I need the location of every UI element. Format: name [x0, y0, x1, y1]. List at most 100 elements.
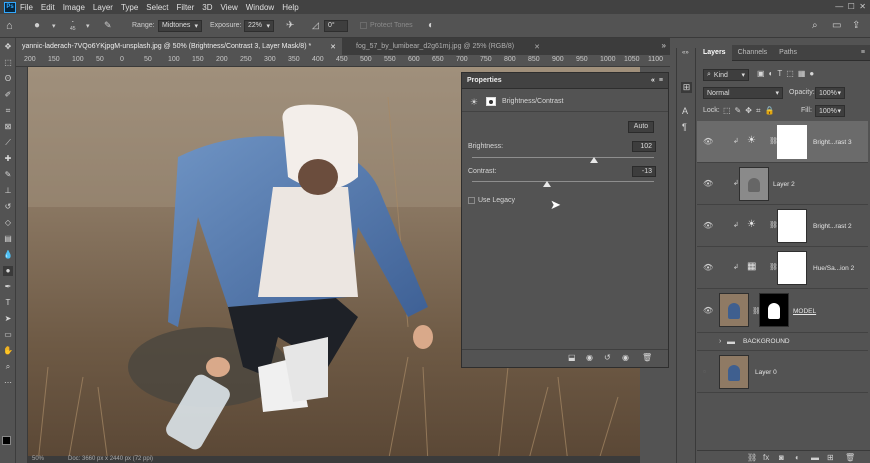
- angle-icon[interactable]: ◿: [312, 19, 319, 32]
- layer-filter-icons[interactable]: ▣◐T⬚▦●: [757, 69, 818, 78]
- mask-icon[interactable]: [486, 97, 496, 106]
- layer-mask-thumbnail[interactable]: [777, 125, 807, 159]
- home-icon[interactable]: ⌂: [6, 19, 13, 32]
- tool-preset-chevron-icon[interactable]: ▾: [52, 19, 56, 32]
- more-tools-icon[interactable]: ⋯: [3, 378, 13, 388]
- workspace-icon[interactable]: ▭: [832, 19, 841, 32]
- zoom-tool-icon[interactable]: ⌕: [3, 362, 13, 372]
- kind-filter-select[interactable]: ⌕ Kind ▾: [703, 69, 749, 81]
- visibility-eye-icon[interactable]: 👁: [703, 138, 713, 146]
- paragraph-strip-icon[interactable]: ¶: [682, 122, 687, 132]
- view-previous-icon[interactable]: ◉: [586, 353, 593, 362]
- visibility-eye-icon[interactable]: 👁: [703, 307, 713, 315]
- pressure-icon[interactable]: ◐: [428, 19, 434, 32]
- menu-select[interactable]: Select: [146, 3, 168, 12]
- new-adjustment-icon[interactable]: ◐: [795, 453, 800, 462]
- clip-to-layer-icon[interactable]: ⬓: [568, 353, 576, 362]
- brush-tool-icon[interactable]: ✎: [3, 170, 13, 180]
- fill-field[interactable]: 100% ▾: [815, 105, 845, 117]
- window-controls[interactable]: — ☐ ✕: [835, 2, 866, 11]
- layer-name[interactable]: Bright...rast 2: [813, 223, 852, 230]
- stamp-tool-icon[interactable]: ⊥: [3, 186, 13, 196]
- search-icon[interactable]: ⌕: [812, 19, 818, 32]
- link-layers-icon[interactable]: ⛓: [747, 453, 757, 462]
- strip-collapse-icon[interactable]: «»: [682, 50, 689, 56]
- visibility-off-icon[interactable]: ▫: [703, 368, 713, 376]
- menu-layer[interactable]: Layer: [93, 3, 113, 12]
- eyedropper-tool-icon[interactable]: ⟋: [3, 138, 13, 148]
- layer-thumbnail[interactable]: [739, 167, 769, 201]
- blur-tool-icon[interactable]: 💧: [3, 250, 13, 260]
- menu-3d[interactable]: 3D: [202, 3, 212, 12]
- layer-mask-thumbnail[interactable]: [777, 209, 807, 243]
- menu-window[interactable]: Window: [246, 3, 274, 12]
- visibility-eye-icon[interactable]: 👁: [703, 222, 713, 230]
- brightness-slider-track[interactable]: [472, 157, 654, 158]
- move-tool-icon[interactable]: ✥: [3, 42, 13, 52]
- tab-document-2[interactable]: fog_57_by_lumibear_d2g61mj.jpg @ 25% (RG…: [350, 38, 546, 55]
- protect-tones-checkbox[interactable]: Protect Tones: [360, 19, 413, 32]
- layer-name[interactable]: MODEL: [793, 308, 816, 315]
- tab-channels[interactable]: Channels: [732, 49, 774, 56]
- pen-tool-icon[interactable]: ✒: [3, 282, 13, 292]
- layer-thumbnail[interactable]: [719, 293, 749, 327]
- layer-row-hue-saturation-2[interactable]: 👁 ↲ ▦ ⛓ Hue/Sa...ion 2: [697, 247, 868, 289]
- menu-help[interactable]: Help: [282, 3, 298, 12]
- hand-tool-icon[interactable]: ✋: [3, 346, 13, 356]
- brightness-field[interactable]: 102: [632, 141, 656, 152]
- new-group-icon[interactable]: ▬: [811, 453, 819, 462]
- crop-tool-icon[interactable]: ⌗: [3, 106, 13, 116]
- eraser-tool-icon[interactable]: ◇: [3, 218, 13, 228]
- add-mask-icon[interactable]: ◙: [779, 453, 784, 462]
- lasso-tool-icon[interactable]: ʘ: [3, 74, 13, 84]
- properties-strip-icon[interactable]: ⊞: [681, 82, 692, 93]
- layers-menu-icon[interactable]: ≡: [861, 49, 865, 56]
- lock-icons[interactable]: ⬚✎✥⌗🔒: [723, 106, 778, 116]
- brightness-slider-thumb[interactable]: [589, 157, 598, 163]
- layer-row-layer-0[interactable]: ▫ Layer 0: [697, 351, 868, 393]
- shape-tool-icon[interactable]: ▭: [3, 330, 13, 340]
- tabs-overflow-icon[interactable]: »: [662, 41, 666, 50]
- delete-layer-icon[interactable]: 🗑: [845, 453, 855, 462]
- opacity-field[interactable]: 100% ▾: [815, 87, 845, 99]
- airbrush-icon[interactable]: ✈: [286, 19, 294, 32]
- layer-name[interactable]: Layer 2: [773, 181, 795, 188]
- brush-chevron-icon[interactable]: ▾: [86, 19, 90, 32]
- layer-thumbnail[interactable]: [719, 355, 749, 389]
- menu-edit[interactable]: Edit: [41, 3, 55, 12]
- menu-image[interactable]: Image: [63, 3, 85, 12]
- layer-row-brightness-3[interactable]: 👁 ↲ ☀ ⛓ Bright...rast 3: [697, 121, 868, 163]
- layer-row-background-group[interactable]: › ▬ BACKGROUND: [697, 333, 868, 351]
- healing-tool-icon[interactable]: ✚: [3, 154, 13, 164]
- character-strip-icon[interactable]: A: [682, 106, 688, 116]
- reset-icon[interactable]: ↺: [604, 353, 611, 362]
- contrast-field[interactable]: -13: [632, 166, 656, 177]
- tab-document-1[interactable]: yannic-laderach-7VQo6YKjpgM-unsplash.jpg…: [16, 38, 342, 55]
- visibility-eye-icon[interactable]: 👁: [703, 264, 713, 272]
- panel-menu-icon[interactable]: ≡: [659, 77, 663, 84]
- visibility-eye-icon[interactable]: 👁: [703, 180, 713, 188]
- layer-row-layer-2[interactable]: 👁 ↲ Layer 2: [697, 163, 868, 205]
- brush-size-picker[interactable]: · 45: [70, 17, 76, 32]
- adjustment-brightness-icon[interactable]: ☀: [470, 97, 478, 108]
- layer-style-icon[interactable]: fx: [763, 453, 769, 462]
- layer-mask-thumbnail[interactable]: [777, 251, 807, 285]
- tab-close-icon[interactable]: ✕: [330, 43, 336, 51]
- visibility-icon[interactable]: ◉: [622, 353, 629, 362]
- layer-mask-thumbnail[interactable]: [759, 293, 789, 327]
- history-brush-icon[interactable]: ↺: [3, 202, 13, 212]
- new-layer-icon[interactable]: ⊞: [827, 453, 834, 462]
- frame-tool-icon[interactable]: ⊠: [3, 122, 13, 132]
- foreground-color-swatch[interactable]: [2, 436, 11, 445]
- menu-type[interactable]: Type: [121, 3, 138, 12]
- blend-mode-select[interactable]: Normal ▾: [703, 87, 783, 99]
- group-expand-chevron-icon[interactable]: ›: [719, 338, 721, 345]
- path-select-tool-icon[interactable]: ➤: [3, 314, 13, 324]
- layer-row-model[interactable]: 👁 ⛓ MODEL: [697, 289, 868, 333]
- tab-close-icon[interactable]: ✕: [534, 43, 540, 51]
- zoom-level[interactable]: 50%: [32, 456, 44, 462]
- exposure-field[interactable]: 22% ▾: [244, 19, 274, 32]
- layer-name[interactable]: BACKGROUND: [743, 338, 790, 345]
- tab-layers[interactable]: Layers: [697, 44, 732, 61]
- angle-field[interactable]: 0°: [324, 19, 348, 32]
